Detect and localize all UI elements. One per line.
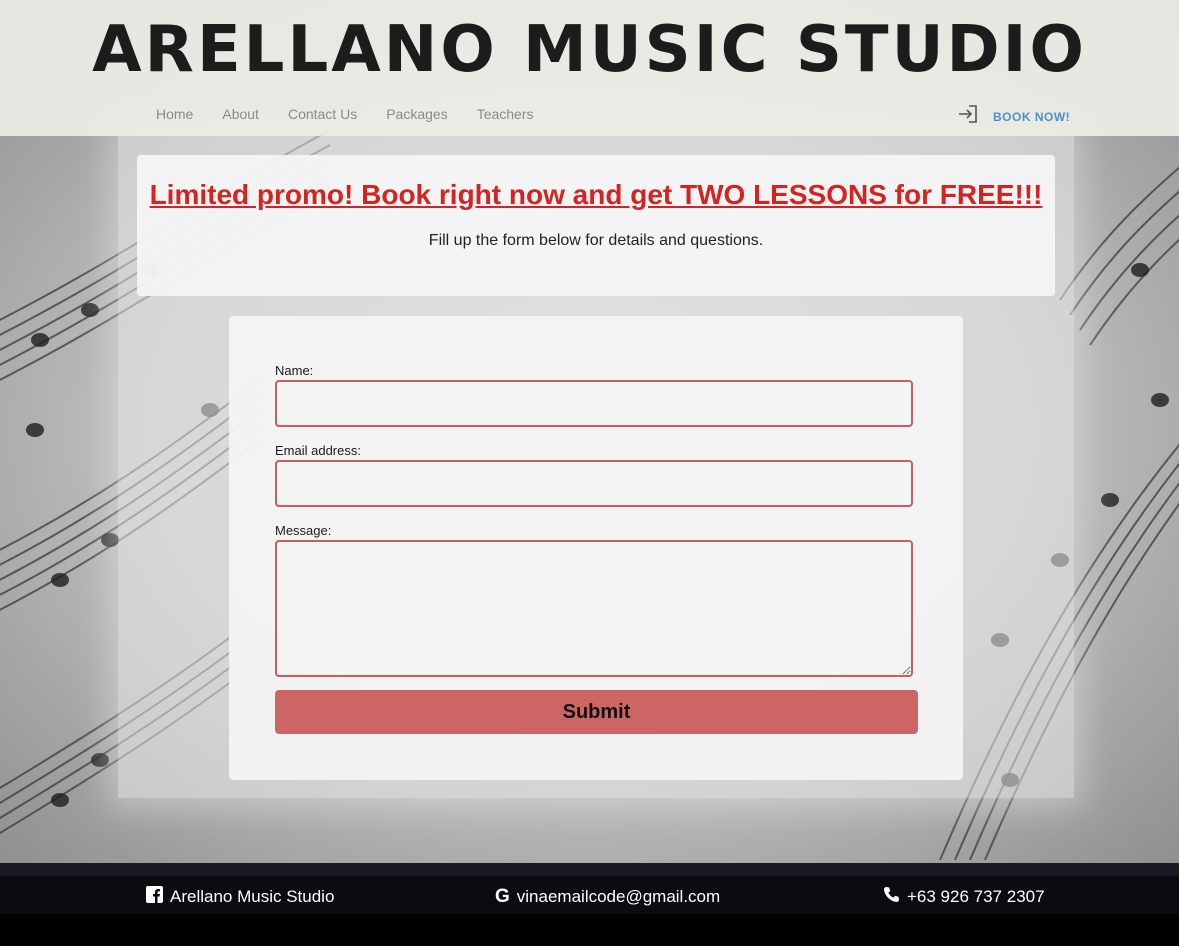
footer-phone-link[interactable]: +63 926 737 2307 [883, 886, 1045, 908]
site-title: ARELLANO MUSIC STUDIO [92, 13, 1087, 87]
nav-item-about[interactable]: About [222, 106, 259, 122]
nav-item-contact-us[interactable]: Contact Us [288, 106, 357, 122]
footer-email-link[interactable]: G vinaemailcode@gmail.com [495, 886, 720, 908]
message-textarea[interactable] [275, 540, 913, 677]
footer-email-label: vinaemailcode@gmail.com [516, 887, 721, 906]
name-input[interactable] [275, 380, 913, 427]
footer-phone-label: +63 926 737 2307 [907, 887, 1045, 906]
footer-divider [0, 863, 1179, 876]
phone-icon [883, 886, 900, 908]
promo-subtitle: Fill up the form below for details and q… [428, 232, 764, 249]
promo-card: Limited promo! Book right now and get TW… [137, 155, 1055, 296]
contact-form: Name: Email address: Message: Submit [229, 316, 963, 780]
promo-title: Limited promo! Book right now and get TW… [149, 179, 1043, 210]
google-icon: G [495, 886, 510, 907]
nav-item-teachers[interactable]: Teachers [477, 106, 534, 122]
facebook-icon [146, 886, 163, 908]
login-arrow-icon [957, 104, 979, 129]
footer-facebook-label: Arellano Music Studio [170, 887, 335, 906]
site-footer: Arellano Music Studio G vinaemailcode@gm… [0, 876, 1179, 914]
nav-item-packages[interactable]: Packages [386, 106, 447, 122]
nav-item-home[interactable]: Home [156, 106, 193, 122]
submit-button[interactable]: Submit [275, 690, 918, 734]
book-now-label: BOOK NOW! [993, 109, 1071, 124]
name-label: Name: [275, 363, 314, 378]
main-nav: Home About Contact Us Packages Teachers [156, 106, 534, 122]
footer-facebook-link[interactable]: Arellano Music Studio [146, 886, 334, 908]
message-label: Message: [275, 523, 332, 538]
footer-bottom-bar [0, 914, 1179, 946]
email-input[interactable] [275, 460, 913, 507]
email-label: Email address: [275, 443, 361, 458]
book-now-button[interactable]: BOOK NOW! [957, 104, 1070, 129]
site-header: ARELLANO MUSIC STUDIO Home About Contact… [0, 0, 1179, 136]
